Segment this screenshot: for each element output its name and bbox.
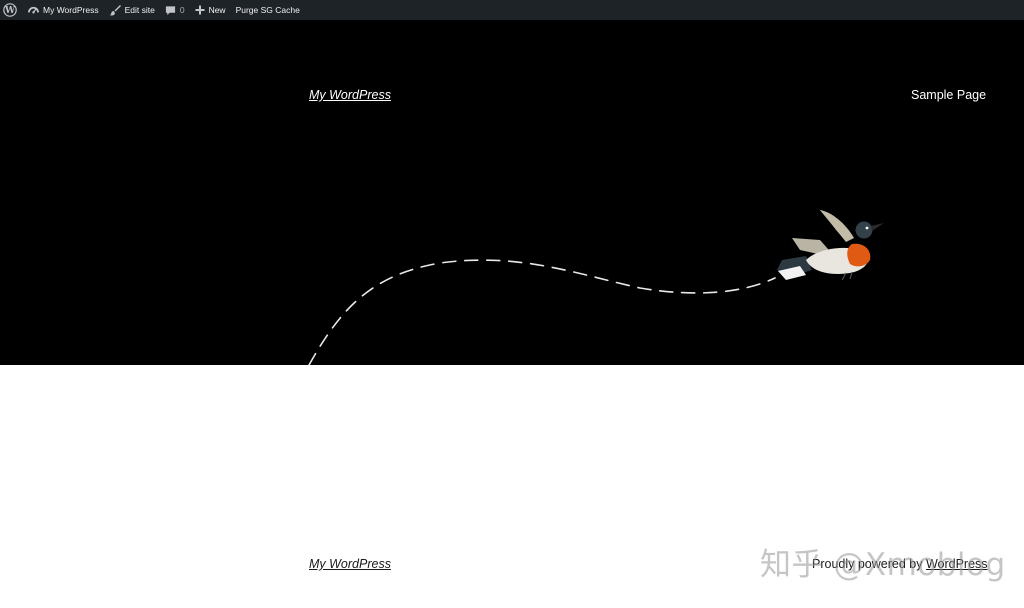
brush-icon [109, 4, 121, 16]
bird-icon [777, 208, 884, 281]
wordpress-logo-icon: W [3, 3, 17, 17]
edit-site-label: Edit site [124, 5, 155, 15]
plus-icon [195, 5, 205, 15]
admin-bar: W My WordPress Edit site 0 New Purge SG … [0, 0, 1024, 20]
bird-flight-illustration [308, 208, 884, 365]
site-name-menu[interactable]: My WordPress [23, 0, 104, 20]
edit-site-button[interactable]: Edit site [104, 0, 160, 20]
svg-text:W: W [4, 6, 16, 16]
comment-bubble-icon [165, 5, 176, 16]
new-content-button[interactable]: New [190, 0, 231, 20]
site-footer: My WordPress Proudly powered by WordPres… [0, 365, 1024, 608]
dashboard-gauge-icon [28, 5, 39, 16]
new-label: New [208, 5, 226, 15]
flight-path-line [308, 259, 776, 365]
footer-site-title-link[interactable]: My WordPress [309, 557, 391, 571]
comments-count: 0 [179, 5, 185, 15]
purge-cache-label: Purge SG Cache [235, 5, 300, 15]
comments-button[interactable]: 0 [160, 0, 190, 20]
site-header-hero: My WordPress Sample Page [0, 20, 1024, 365]
wp-logo-menu[interactable]: W [0, 0, 23, 20]
site-name-label: My WordPress [43, 5, 99, 15]
purge-cache-button[interactable]: Purge SG Cache [231, 0, 305, 20]
watermark: 知乎 @Xmoblog [760, 547, 1006, 583]
